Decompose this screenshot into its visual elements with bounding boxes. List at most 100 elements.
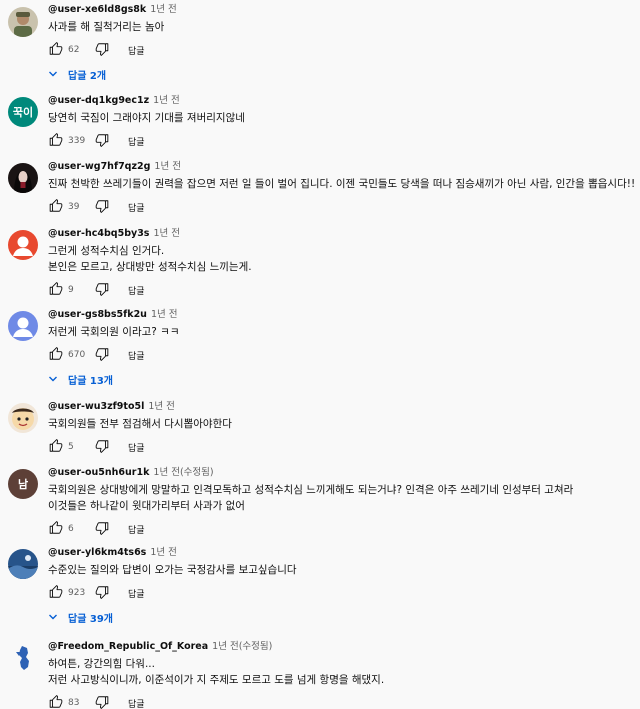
comment-header: @user-xe6ld8gs8k 1년 전 <box>48 3 636 16</box>
chevron-down-icon <box>48 612 58 622</box>
landscape-avatar-image <box>8 549 38 579</box>
like-button[interactable] <box>48 584 64 602</box>
avatar[interactable] <box>8 643 38 673</box>
reply-button[interactable]: 답글 <box>128 587 145 600</box>
timestamp[interactable]: 1년 전 <box>153 228 180 239</box>
like-count: 923 <box>68 588 86 598</box>
author-name[interactable]: @user-ou5nh6ur1k <box>48 467 149 478</box>
dislike-button[interactable] <box>94 521 110 537</box>
like-button[interactable] <box>48 694 64 709</box>
view-replies-button[interactable]: 답글 2개 <box>48 67 107 82</box>
like-button[interactable] <box>48 198 64 215</box>
comment-actions: 83 답글 <box>48 694 636 709</box>
default-avatar-icon <box>13 236 33 256</box>
author-name[interactable]: @user-hc4bq5by3s <box>48 228 149 239</box>
thumbs-up-icon <box>49 132 63 150</box>
timestamp[interactable]: 1년 전 <box>150 4 177 15</box>
avatar[interactable] <box>8 230 38 260</box>
reply-button[interactable]: 답글 <box>128 44 145 57</box>
author-name[interactable]: @user-dq1kg9ec1z <box>48 95 149 106</box>
dislike-button[interactable] <box>94 282 110 298</box>
like-count: 670 <box>68 350 86 360</box>
avatar[interactable] <box>8 163 38 193</box>
korea-map-avatar-image <box>8 643 38 673</box>
reply-button[interactable]: 답글 <box>128 284 145 297</box>
dislike-button[interactable] <box>94 439 110 455</box>
comment-text-line: 국회의원은 상대방에게 망말하고 인격모독하고 성적수치심 느끼게해도 되는거냐… <box>48 484 574 496</box>
avatar[interactable] <box>8 549 38 579</box>
comment-text-line: 저런게 국회의원 이라고? ㅋㅋ <box>48 326 180 338</box>
avatar[interactable]: 꾹이 <box>8 97 38 127</box>
dislike-button[interactable] <box>94 347 110 363</box>
author-name[interactable]: @user-wu3zf9to5l <box>48 401 144 412</box>
timestamp[interactable]: 1년 전 <box>150 547 177 558</box>
like-count: 5 <box>68 442 74 452</box>
thumbs-down-icon <box>95 282 109 299</box>
timestamp[interactable]: 1년 전 <box>153 467 180 478</box>
thumbs-down-icon <box>95 585 109 602</box>
portrait-avatar-image <box>8 163 38 193</box>
view-replies-button[interactable]: 답글 13개 <box>48 372 113 387</box>
comment-text-line: 하여튼, 강간의힘 다워... <box>48 658 155 670</box>
timestamp[interactable]: 1년 전 <box>153 95 180 106</box>
dislike-button[interactable] <box>94 133 110 149</box>
author-name[interactable]: @user-yl6km4ts6s <box>48 547 146 558</box>
dislike-button[interactable] <box>94 42 110 58</box>
like-button[interactable] <box>48 438 64 456</box>
replies-count: 답글 13개 <box>68 375 113 387</box>
thumbs-up-icon <box>49 438 63 456</box>
dislike-button[interactable] <box>94 199 110 215</box>
author-name[interactable]: @Freedom_Republic_Of_Korea <box>48 641 208 652</box>
author-name[interactable]: @user-gs8bs5fk2u <box>48 309 147 320</box>
thumbs-up-icon <box>49 694 63 709</box>
dislike-button[interactable] <box>94 585 110 601</box>
thumbs-down-icon <box>95 133 109 150</box>
thumbs-up-icon <box>49 584 63 602</box>
reply-button[interactable]: 답글 <box>128 349 145 362</box>
timestamp[interactable]: 1년 전 <box>148 401 175 412</box>
comment-text-line: 그런게 성적수치심 인거다. <box>48 245 165 257</box>
like-count: 9 <box>68 285 74 295</box>
chevron-down-icon <box>48 69 58 79</box>
like-count: 83 <box>68 698 80 708</box>
reply-button[interactable]: 답글 <box>128 135 145 148</box>
comment-actions: 62 답글 <box>48 41 636 59</box>
timestamp[interactable]: 1년 전 <box>151 309 178 320</box>
like-count: 6 <box>68 524 74 534</box>
thumbs-down-icon <box>95 695 109 709</box>
timestamp[interactable]: 1년 전 <box>154 161 181 172</box>
replies-count: 답글 39개 <box>68 613 113 625</box>
comment-header: @user-wg7hf7qz2g 1년 전 <box>48 160 636 173</box>
comment-text-line: 사과를 해 질척거리는 놈아 <box>48 21 165 33</box>
emoji-avatar-image <box>8 403 38 433</box>
like-button[interactable] <box>48 346 64 363</box>
like-button[interactable] <box>48 41 64 58</box>
comment-text-line: 국회의원들 전부 점검해서 다시뽑아야한다 <box>48 418 232 430</box>
comment-text-line: 이것들은 하나같이 윗대가리부터 사과가 없어 <box>48 500 245 512</box>
avatar[interactable] <box>8 7 38 37</box>
reply-button[interactable]: 답글 <box>128 697 145 709</box>
thumbs-up-icon <box>49 520 63 538</box>
comment-header: @user-wu3zf9to5l 1년 전 <box>48 400 636 413</box>
like-button[interactable] <box>48 281 64 298</box>
comment-header: @user-hc4bq5by3s 1년 전 <box>48 227 636 240</box>
comment-actions: 9 답글 <box>48 281 636 299</box>
comment-header: @user-dq1kg9ec1z 1년 전 <box>48 94 636 107</box>
reply-button[interactable]: 답글 <box>128 201 145 214</box>
avatar[interactable] <box>8 403 38 433</box>
comment-actions: 670 답글 <box>48 346 636 364</box>
replies-count: 답글 2개 <box>68 70 107 82</box>
view-replies-button[interactable]: 답글 39개 <box>48 610 113 625</box>
like-button[interactable] <box>48 132 64 150</box>
author-name[interactable]: @user-wg7hf7qz2g <box>48 161 150 172</box>
author-name[interactable]: @user-xe6ld8gs8k <box>48 4 146 15</box>
comment-text-line: 저런 사고방식이니까, 이준석이가 지 주제도 모르고 도를 넘게 항명을 해댔… <box>48 674 385 686</box>
reply-button[interactable]: 답글 <box>128 441 145 454</box>
dislike-button[interactable] <box>94 695 110 709</box>
comment-actions: 39 답글 <box>48 198 636 216</box>
avatar[interactable]: 남 <box>8 469 38 499</box>
timestamp[interactable]: 1년 전 <box>212 641 239 652</box>
avatar[interactable] <box>8 311 38 341</box>
like-button[interactable] <box>48 520 64 538</box>
reply-button[interactable]: 답글 <box>128 523 145 536</box>
